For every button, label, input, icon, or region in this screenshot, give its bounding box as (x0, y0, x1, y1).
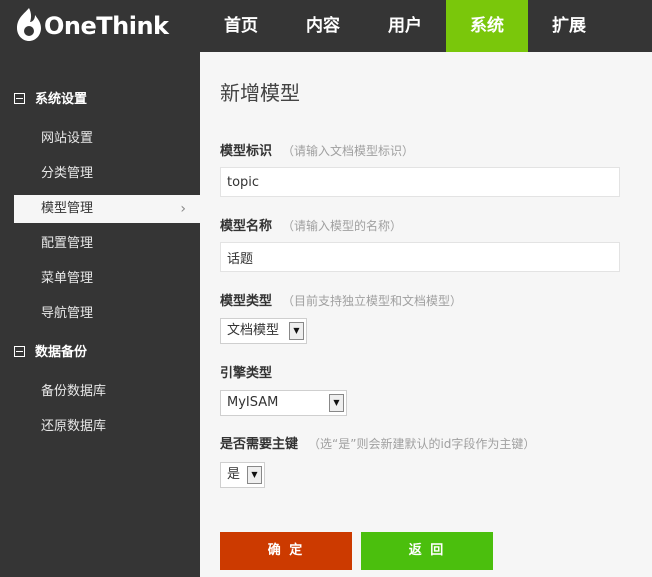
model-name-label: 模型名称 （请输入模型的名称） (220, 219, 403, 234)
primary-key-hint: （选“是”则会新建默认的id字段作为主键） (308, 437, 536, 451)
collapse-icon (14, 346, 25, 357)
nav-item-users[interactable]: 用户 (364, 0, 446, 52)
model-name-input[interactable] (220, 242, 620, 272)
sidebar-item-model-management[interactable]: 模型管理 › (14, 195, 200, 223)
model-type-select[interactable]: 文档模型 ▼ (220, 318, 307, 344)
nav-item-system[interactable]: 系统 (446, 0, 528, 52)
page-title: 新增模型 (220, 81, 300, 105)
model-type-label: 模型类型 （目前支持独立模型和文档模型） (220, 294, 463, 309)
nav-item-extensions[interactable]: 扩展 (528, 0, 610, 52)
model-identifier-label: 模型标识 （请输入文档模型标识） (220, 144, 415, 159)
engine-type-value: MyISAM (227, 395, 279, 410)
dropdown-arrow-icon: ▼ (247, 466, 262, 484)
confirm-button[interactable]: 确 定 (220, 532, 352, 570)
nav-item-content[interactable]: 内容 (282, 0, 364, 52)
model-identifier-hint: （请输入文档模型标识） (282, 144, 415, 158)
sidebar-item-category-management[interactable]: 分类管理 (14, 160, 200, 188)
model-type-value: 文档模型 (227, 323, 280, 338)
main-content: 新增模型 模型标识（请输入文档模型标识） 模型名称（请输入模型的名称） 模型类型… (200, 52, 652, 577)
sidebar-item-label: 模型管理 (41, 201, 94, 216)
sidebar-group-label: 系统设置 (35, 92, 88, 107)
engine-type-label: 引擎类型 (220, 366, 273, 381)
sidebar-item-config-management[interactable]: 配置管理 (14, 230, 200, 258)
logo-flame-icon (17, 8, 41, 41)
main-nav: 首页 内容 用户 系统 扩展 (200, 0, 610, 52)
primary-key-label: 是否需要主键 （选“是”则会新建默认的id字段作为主键） (220, 437, 536, 452)
sidebar-item-navigation-management[interactable]: 导航管理 (14, 300, 200, 328)
sidebar-group-system-settings[interactable]: 系统设置 (14, 89, 87, 111)
dropdown-arrow-icon: ▼ (329, 394, 344, 412)
model-name-hint: （请输入模型的名称） (282, 219, 403, 233)
sidebar-item-restore-database[interactable]: 还原数据库 (14, 413, 200, 441)
sidebar-item-label: 分类管理 (41, 166, 94, 181)
sidebar: 系统设置 网站设置 分类管理 模型管理 › 配置管理 菜单管理 导航管理 数据备… (0, 52, 200, 577)
sidebar-item-website-settings[interactable]: 网站设置 (14, 125, 200, 153)
sidebar-item-backup-database[interactable]: 备份数据库 (14, 378, 200, 406)
onethink-logo[interactable]: OneThink (14, 6, 174, 46)
sidebar-group-label: 数据备份 (35, 345, 88, 360)
engine-type-select[interactable]: MyISAM ▼ (220, 390, 347, 416)
chevron-right-icon: › (180, 201, 186, 217)
model-type-hint: （目前支持独立模型和文档模型） (282, 294, 463, 308)
brand-name: OneThink (44, 12, 169, 40)
sidebar-group-data-backup[interactable]: 数据备份 (14, 342, 87, 364)
dropdown-arrow-icon: ▼ (289, 322, 304, 340)
sidebar-item-label: 菜单管理 (41, 271, 94, 286)
nav-item-home[interactable]: 首页 (200, 0, 282, 52)
sidebar-item-label: 网站设置 (41, 131, 94, 146)
primary-key-select[interactable]: 是 ▼ (220, 462, 265, 488)
sidebar-item-label: 还原数据库 (41, 419, 107, 434)
back-button[interactable]: 返 回 (361, 532, 493, 570)
sidebar-item-label: 配置管理 (41, 236, 94, 251)
sidebar-item-label: 导航管理 (41, 306, 94, 321)
model-identifier-input[interactable] (220, 167, 620, 197)
sidebar-item-label: 备份数据库 (41, 384, 107, 399)
collapse-icon (14, 93, 25, 104)
sidebar-item-menu-management[interactable]: 菜单管理 (14, 265, 200, 293)
primary-key-value: 是 (227, 467, 241, 482)
top-bar: OneThink 首页 内容 用户 系统 扩展 (0, 0, 652, 52)
